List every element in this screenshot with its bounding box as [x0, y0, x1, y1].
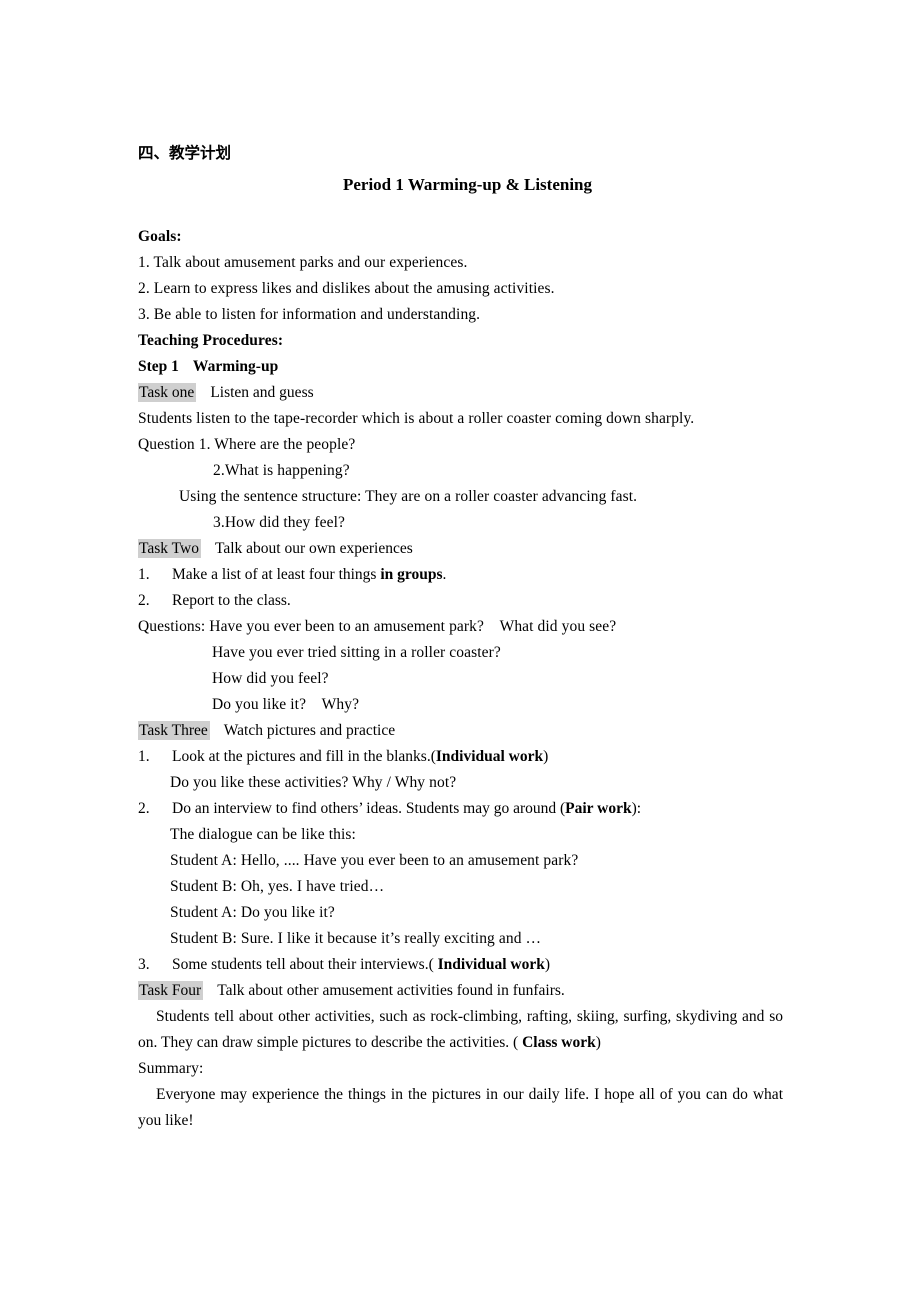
document-page: 四、教学计划 Period 1 Warming-up & Listening G…: [0, 0, 920, 1302]
task-two-questions-lead: Questions: Have you ever been to an amus…: [138, 618, 617, 635]
step-1-title: Warming-up: [192, 358, 279, 375]
task-three-item-1-text: Look at the pictures and fill in the bla…: [172, 744, 783, 770]
dialogue-line-2: Student B: Oh, yes. I have tried…: [170, 878, 385, 895]
task-one-question-1: Question 1. Where are the people?: [138, 436, 356, 453]
task-four-paragraph-plain-2: ): [595, 1034, 601, 1051]
task-two-item-1-text-bold: in groups: [380, 566, 443, 583]
task-three-item-2-text-tail: ):: [631, 800, 642, 817]
task-three-item-3-text-tail: ): [544, 956, 551, 973]
task-three-item-2-number: 2.: [138, 800, 150, 817]
task-two-item-1-text-tail: .: [442, 566, 447, 583]
task-three-item-1-sub: Do you like these activities? Why / Why …: [170, 774, 457, 791]
task-one-intro: Students listen to the tape-recorder whi…: [138, 410, 695, 427]
spacer-after-title: [138, 200, 783, 224]
task-two-line: Task Two Talk about our own experiences: [138, 536, 783, 562]
goal-item-1: 1. Talk about amusement parks and our ex…: [138, 254, 468, 271]
task-four-paragraph: Students tell about other activities, su…: [138, 1004, 783, 1056]
task-three-chip: Task Three: [138, 721, 210, 740]
task-one-heading: Listen and guess: [210, 384, 314, 401]
dialogue-line-3: Student A: Do you like it?: [170, 904, 335, 921]
task-three-item-1-text-bold: Individual work: [435, 748, 544, 765]
dialogue-lead: The dialogue can be like this:: [170, 826, 356, 843]
task-four-heading: Talk about other amusement activities fo…: [217, 982, 565, 999]
summary-heading: Summary:: [138, 1060, 204, 1077]
task-one-question-2: 2.What is happening?: [213, 462, 350, 479]
task-one-structure: Using the sentence structure: They are o…: [179, 488, 638, 505]
task-three-item-1-number: 1.: [138, 748, 150, 765]
task-two-item-2-text: Report to the class.: [172, 592, 291, 609]
task-two-question-2: How did you feel?: [212, 670, 329, 687]
task-three-item-1-text-tail: ): [543, 748, 549, 765]
task-four-chip: Task Four: [138, 981, 204, 1000]
task-four-paragraph-plain-1: Students tell about other activities, su…: [138, 1008, 783, 1051]
goals-heading: Goals:: [138, 228, 182, 245]
task-two-item-2-number: 2.: [138, 592, 150, 609]
task-three-item-2-text: Do an interview to find others’ ideas. S…: [172, 796, 783, 822]
task-three-item-1: 1. Look at the pictures and fill in the …: [138, 744, 783, 770]
task-two-item-2: 2. Report to the class.: [138, 588, 783, 614]
task-three-item-2: 2. Do an interview to find others’ ideas…: [138, 796, 783, 822]
task-three-item-3: 3. Some students tell about their interv…: [138, 952, 783, 978]
teaching-procedures-heading: Teaching Procedures:: [138, 332, 284, 349]
dialogue-line-1: Student A: Hello, .... Have you ever bee…: [170, 852, 579, 869]
page-title: Period 1 Warming-up & Listening: [342, 175, 593, 194]
task-four-paragraph-bold: Class work: [522, 1034, 596, 1051]
task-three-item-3-text-plain: Some students tell about their interview…: [172, 956, 438, 973]
step-1-label: Step 1: [138, 358, 179, 375]
task-three-item-1-text-plain: Look at the pictures and fill in the bla…: [172, 748, 436, 765]
task-two-item-1-text: Make a list of at least four things in g…: [172, 562, 783, 588]
task-two-item-1-text-plain: Make a list of at least four things: [172, 566, 381, 583]
task-three-item-3-number: 3.: [138, 956, 150, 973]
task-three-item-2-text-plain: Do an interview to find others’ ideas. S…: [172, 800, 566, 817]
task-one-line: Task one Listen and guess: [138, 380, 783, 406]
document-content: 四、教学计划 Period 1 Warming-up & Listening G…: [138, 140, 783, 1134]
summary-text: Everyone may experience the things in th…: [138, 1086, 783, 1129]
section-heading: 四、教学计划: [138, 144, 232, 162]
task-one-chip: Task one: [138, 383, 197, 402]
task-three-heading: Watch pictures and practice: [223, 722, 396, 739]
task-two-chip: Task Two: [138, 539, 201, 558]
step-1-line: Step 1 Warming-up: [138, 354, 783, 380]
task-two-question-3: Do you like it? Why?: [212, 696, 360, 713]
dialogue-line-4: Student B: Sure. I like it because it’s …: [170, 930, 542, 947]
task-four-line: Task Four Talk about other amusement acti…: [138, 978, 783, 1004]
task-three-item-3-text-bold: Individual work: [437, 956, 545, 973]
task-two-heading: Talk about our own experiences: [214, 540, 413, 557]
task-one-question-3: 3.How did they feel?: [213, 514, 345, 531]
goal-item-2: 2. Learn to express likes and dislikes a…: [138, 280, 555, 297]
task-two-item-1-number: 1.: [138, 566, 150, 583]
task-two-question-1: Have you ever tried sitting in a roller …: [212, 644, 501, 661]
task-three-item-2-text-bold: Pair work: [565, 800, 632, 817]
task-two-item-1: 1. Make a list of at least four things i…: [138, 562, 783, 588]
task-three-item-3-text: Some students tell about their interview…: [172, 952, 783, 978]
task-three-line: Task Three Watch pictures and practice: [138, 718, 783, 744]
goal-item-3: 3. Be able to listen for information and…: [138, 306, 481, 323]
